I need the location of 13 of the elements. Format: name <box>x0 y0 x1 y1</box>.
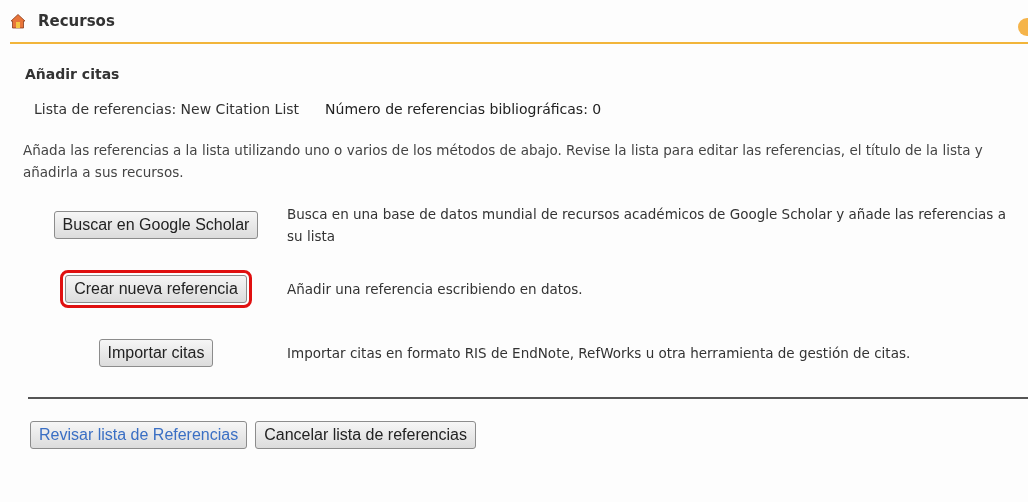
intro-text: Añada las referencias a la lista utilizando uno o varios de los métodos de abajo. Revise la lista para editar las referencias, el título de la lista y añadirla a sus recursos. <box>23 141 984 182</box>
reference-count: Número de referencias bibliográficas: 0 <box>325 101 602 117</box>
page-title: Recursos <box>38 12 115 30</box>
method-description: Añadir una referencia escribiendo en datos. <box>287 280 584 299</box>
home-icon[interactable] <box>10 13 26 29</box>
action-button[interactable]: Revisar lista de Referencias <box>30 421 248 449</box>
method-description: Importar citas en formato RIS de EndNote, RefWorks u otra herramienta de gestión de citas. <box>287 344 912 363</box>
section-title: Añadir citas <box>25 66 121 82</box>
list-name: Lista de referencias: New Citation List <box>34 101 300 117</box>
action-button[interactable]: Cancelar lista de referencias <box>255 421 476 449</box>
method-button[interactable]: Buscar en Google Scholar <box>53 211 259 239</box>
method-description: Busca en una base de datos mundial de recursos académicos de Google Scholar y añade las referencias a su lista <box>287 205 1007 246</box>
method-button[interactable]: Importar citas <box>98 339 214 367</box>
